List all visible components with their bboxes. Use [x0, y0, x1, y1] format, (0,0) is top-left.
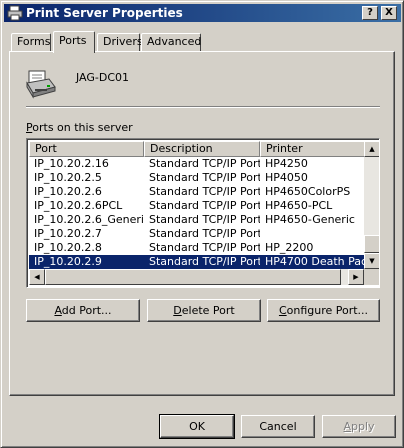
table-row[interactable]: IP_10.20.2.8 Standard TCP/IP Port HP_2200	[29, 241, 364, 255]
horizontal-scroll-thumb[interactable]	[45, 269, 341, 285]
title-bar[interactable]: Print Server Properties ? X	[4, 4, 401, 22]
tab-strip: Forms Ports Drivers Advanced	[1, 31, 404, 53]
cell-port: IP_10.20.2.6	[34, 185, 102, 198]
table-row[interactable]: IP_10.20.2.9 Standard TCP/IP Port HP4700 D…	[29, 255, 364, 269]
table-row[interactable]: IP_10.20.2.16 Standard TCP/IP Port HP4250	[29, 157, 364, 171]
cell-port: IP_10.20.2.5	[34, 171, 102, 184]
cell-description: Standard TCP/IP Port	[149, 241, 260, 254]
ports-list-header: Port Description Printer	[29, 141, 378, 157]
cell-description: Standard TCP/IP Port	[149, 255, 260, 268]
configure-port-label: onfigure Port...	[286, 304, 369, 317]
column-header-port[interactable]: Port	[29, 141, 144, 157]
ports-tab-panel: JAG-DC01 Ports on this server Port Descr…	[9, 51, 395, 396]
cell-port: IP_10.20.2.9	[34, 255, 102, 268]
delete-port-button[interactable]: Delete Port	[147, 299, 261, 322]
cell-printer: HP4650-PCL	[265, 199, 333, 212]
help-button[interactable]: ?	[362, 6, 378, 20]
ports-list-rows: IP_10.20.2.16 Standard TCP/IP Port HP4250 I…	[29, 157, 364, 269]
vertical-scrollbar[interactable]: ▲ ▼	[364, 141, 379, 269]
vertical-scroll-thumb[interactable]	[364, 235, 379, 253]
ok-button[interactable]: OK	[159, 414, 235, 439]
table-row[interactable]: IP_10.20.2.6PCL Standard TCP/IP Port HP465…	[29, 199, 364, 213]
print-server-properties-dialog: Print Server Properties ? X Forms Ports …	[0, 0, 404, 448]
apply-label: pply	[351, 420, 375, 433]
table-row[interactable]: IP_10.20.2.7 Standard TCP/IP Port	[29, 227, 364, 241]
cell-printer: HP4650-Generic	[265, 213, 355, 226]
tab-advanced[interactable]: Advanced	[141, 33, 201, 52]
close-button[interactable]: X	[381, 6, 397, 20]
scroll-left-arrow-icon[interactable]: ◀	[29, 269, 45, 285]
tab-forms[interactable]: Forms	[11, 33, 51, 52]
table-row[interactable]: IP_10.20.2.5 Standard TCP/IP Port HP4050	[29, 171, 364, 185]
cell-description: Standard TCP/IP Port	[149, 157, 260, 170]
cell-port: IP_10.20.2.16	[34, 157, 109, 170]
ports-list-label-text: orts on this server	[32, 121, 133, 134]
separator	[26, 106, 380, 108]
cell-printer: HP4250	[265, 157, 308, 170]
cell-port: IP_10.20.2.6PCL	[34, 199, 123, 212]
configure-port-button[interactable]: Configure Port...	[267, 299, 380, 322]
column-header-printer[interactable]: Printer	[260, 141, 378, 157]
scroll-right-arrow-icon[interactable]: ▶	[348, 269, 364, 285]
window-title: Print Server Properties	[26, 6, 183, 20]
column-header-description[interactable]: Description	[144, 141, 260, 157]
table-row[interactable]: IP_10.20.2.6 Standard TCP/IP Port HP4650Co…	[29, 185, 364, 199]
cell-description: Standard TCP/IP Port	[149, 213, 260, 226]
add-port-button[interactable]: Add Port...	[26, 299, 140, 322]
cell-printer: HP4650ColorPS	[265, 185, 351, 198]
cell-description: Standard TCP/IP Port	[149, 227, 260, 240]
configure-port-accel: C	[278, 304, 287, 317]
cell-printer: HP4050	[265, 171, 308, 184]
server-name: JAG-DC01	[76, 71, 130, 84]
tab-drivers[interactable]: Drivers	[97, 33, 143, 52]
cancel-button[interactable]: Cancel	[241, 415, 315, 438]
horizontal-scrollbar[interactable]: ◀ ▶	[29, 269, 364, 285]
tab-ports[interactable]: Ports	[53, 31, 95, 53]
cell-port: IP_10.20.2.6_Generic	[34, 213, 144, 226]
cell-description: Standard TCP/IP Port	[149, 185, 260, 198]
apply-accel: A	[343, 420, 351, 433]
delete-port-accel: D	[173, 304, 182, 317]
add-port-accel: A	[54, 304, 62, 317]
cell-printer: HP4700 Death Pack	[265, 255, 364, 268]
delete-port-label: elete Port	[181, 304, 235, 317]
scrollbar-corner	[364, 269, 379, 285]
cell-description: Standard TCP/IP Port	[149, 171, 260, 184]
add-port-label: dd Port...	[61, 304, 112, 317]
cell-port: IP_10.20.2.7	[34, 227, 102, 240]
scroll-down-arrow-icon[interactable]: ▼	[364, 253, 379, 269]
apply-button[interactable]: Apply	[322, 415, 396, 438]
print-server-icon	[26, 70, 56, 99]
cell-description: Standard TCP/IP Port	[149, 199, 260, 212]
table-row[interactable]: IP_10.20.2.6_Generic Standard TCP/IP Port…	[29, 213, 364, 227]
printer-icon	[7, 5, 23, 21]
cell-printer: HP_2200	[265, 241, 314, 254]
scroll-up-arrow-icon[interactable]: ▲	[364, 141, 379, 157]
ports-list-label: Ports on this server	[26, 121, 133, 134]
ports-list[interactable]: Port Description Printer IP_10.20.2.16 St…	[26, 138, 380, 288]
cell-port: IP_10.20.2.8	[34, 241, 102, 254]
